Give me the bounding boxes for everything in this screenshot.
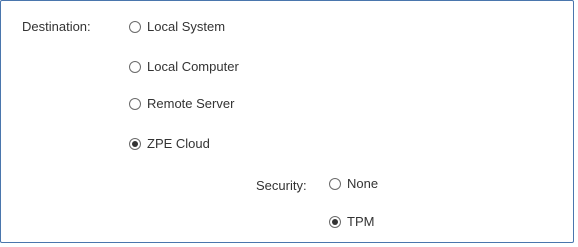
radio-label: ZPE Cloud (147, 136, 210, 151)
radio-button[interactable] (329, 216, 341, 228)
radio-label: None (347, 176, 379, 191)
radio-button[interactable] (129, 138, 141, 150)
radio-security-tpm[interactable]: TPM (329, 214, 374, 230)
radio-local-system[interactable]: Local System (129, 19, 225, 35)
radio-button[interactable] (129, 61, 141, 73)
radio-label: Remote Server (147, 96, 235, 111)
radio-zpe-cloud[interactable]: ZPE Cloud (129, 136, 210, 152)
radio-label: Local Computer (147, 59, 239, 74)
radio-remote-server[interactable]: Remote Server (129, 96, 234, 112)
security-label: Security: (256, 178, 307, 193)
radio-label: Local System (147, 19, 226, 34)
radio-label: TPM (347, 214, 375, 229)
radio-security-none[interactable]: None (329, 176, 378, 192)
destination-panel: Destination: Local System Local Computer… (0, 0, 574, 243)
radio-button[interactable] (329, 178, 341, 190)
radio-button[interactable] (129, 98, 141, 110)
destination-label: Destination: (22, 19, 91, 34)
radio-button[interactable] (129, 21, 141, 33)
radio-local-computer[interactable]: Local Computer (129, 59, 239, 75)
